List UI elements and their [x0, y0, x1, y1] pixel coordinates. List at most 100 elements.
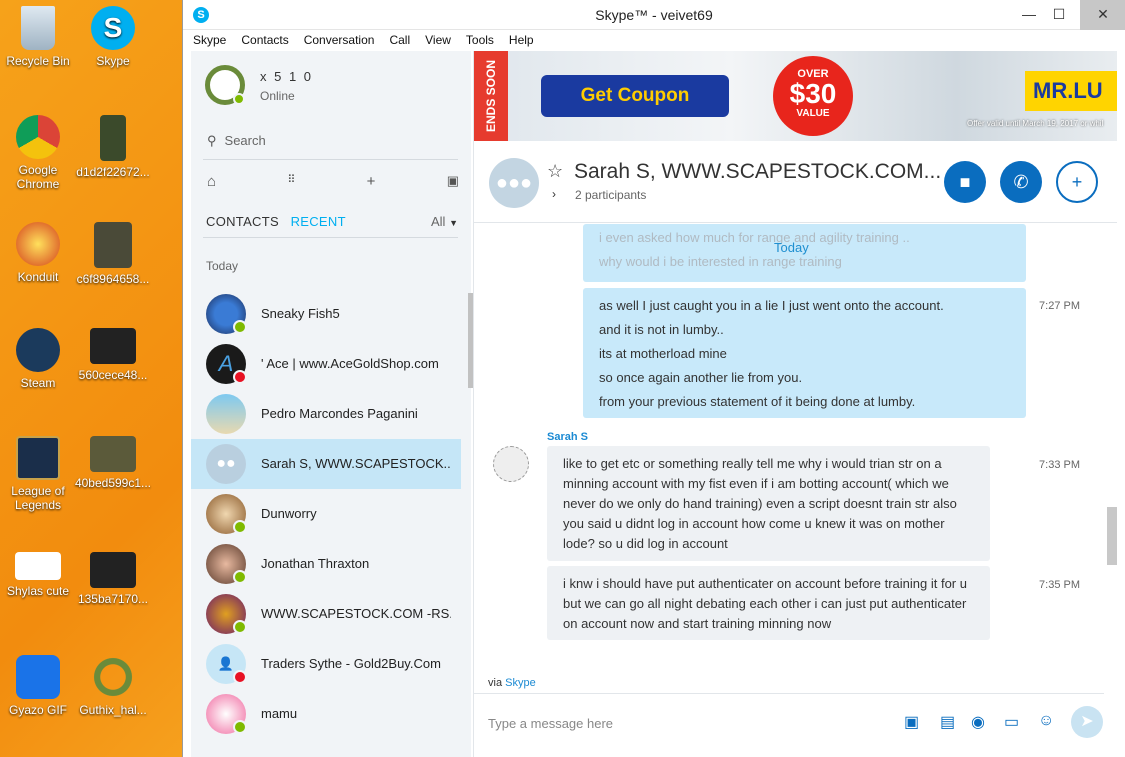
list-item[interactable]: WWW.SCAPESTOCK.COM -RS... — [191, 589, 461, 639]
maximize-button[interactable]: ☐ — [1041, 0, 1077, 30]
message-timestamp: 7:35 PM — [1039, 579, 1080, 591]
presence-online-icon — [233, 520, 247, 534]
message-line: as well I just caught you in a lie I jus… — [599, 298, 944, 313]
menu-view[interactable]: View — [425, 30, 451, 50]
desktop-icon-chrome[interactable]: Google Chrome — [0, 115, 78, 191]
message-bubble-incoming[interactable]: i knw i should have put authenticater on… — [547, 566, 990, 640]
desktop-icon-recycle-bin[interactable]: Recycle Bin — [0, 6, 78, 68]
send-photo-icon[interactable]: ▣ — [904, 712, 919, 732]
message-list: i even asked how much for range and agil… — [474, 224, 1117, 684]
home-icon[interactable]: ⌂ — [207, 173, 216, 190]
video-message-icon[interactable]: ◉ — [971, 712, 985, 732]
desktop-icon-steam[interactable]: Steam — [0, 328, 78, 390]
desktop-icon-skype[interactable]: S Skype — [73, 6, 153, 68]
contact-name: Jonathan Thraxton — [261, 556, 370, 571]
desktop-icon-file[interactable]: 40bed599c1... — [73, 436, 153, 490]
desktop-icon-gyazo[interactable]: Gyazo GIF — [0, 655, 78, 717]
desktop-icon-league[interactable]: League of Legends — [0, 436, 78, 512]
presence-busy-icon — [233, 670, 247, 684]
message-timestamp: 7:27 PM — [1039, 300, 1080, 312]
skype-icon: S — [91, 6, 135, 50]
desktop-icon-file[interactable]: 560cece48... — [73, 328, 153, 382]
sender-name: Sarah S — [547, 431, 588, 443]
get-coupon-button[interactable]: Get Coupon — [541, 75, 729, 117]
participants-count[interactable]: 2 participants — [575, 188, 646, 202]
audio-call-button[interactable]: ✆ — [1000, 161, 1042, 203]
search-input[interactable]: ⚲ Search — [207, 133, 447, 149]
profile[interactable]: x 5 1 0 Online — [205, 65, 465, 115]
add-icon[interactable]: + — [367, 173, 376, 190]
message-scrollbar[interactable] — [1107, 507, 1117, 565]
desktop-icon-label: c6f8964658... — [76, 272, 150, 286]
list-item[interactable]: Pedro Marcondes Paganini — [191, 389, 461, 439]
message-bubble-outgoing[interactable]: as well I just caught you in a lie I jus… — [583, 288, 1026, 418]
ad-ends-soon: ENDS SOON — [474, 51, 508, 141]
menu-skype[interactable]: Skype — [193, 30, 226, 50]
ad-value-text: VALUE — [796, 108, 830, 119]
chevron-right-icon[interactable]: › — [552, 187, 556, 201]
desktop-icon-shylas[interactable]: Shylas cute — [0, 552, 78, 598]
send-contact-icon[interactable]: ▭ — [1004, 712, 1019, 732]
message-text: like to get etc or something really tell… — [563, 456, 957, 551]
list-item[interactable]: ●● Sarah S, WWW.SCAPESTOCK.... — [191, 439, 461, 489]
bot-icon[interactable]: ▣ — [447, 173, 459, 190]
close-button[interactable]: ✕ — [1080, 0, 1125, 30]
advertisement-banner[interactable]: ENDS SOON Get Coupon OVER $30 VALUE MR.L… — [474, 51, 1117, 141]
message-text: i knw i should have put authenticater on… — [563, 576, 967, 631]
via-link[interactable]: Skype — [505, 677, 536, 689]
desktop-icon-label: Gyazo GIF — [8, 703, 67, 717]
conversation-title[interactable]: Sarah S, WWW.SCAPESTOCK.COM... — [574, 160, 941, 184]
message-input[interactable]: Type a message here — [488, 716, 613, 731]
chevron-down-icon: ▼ — [449, 218, 458, 228]
ad-offer-text: Offer valid until March 19, 2017 or whil — [967, 119, 1104, 128]
menu-call[interactable]: Call — [389, 30, 410, 50]
conversation-panel: ENDS SOON Get Coupon OVER $30 VALUE MR.L… — [473, 51, 1125, 757]
online-status-icon — [233, 93, 245, 105]
filter-dropdown[interactable]: All ▼ — [431, 214, 458, 229]
contact-tabs: CONTACTS RECENT All ▼ — [206, 214, 458, 229]
desktop-icon-label: 135ba7170... — [77, 592, 149, 606]
desktop-icon-file[interactable]: c6f8964658... — [73, 222, 153, 286]
presence-online-icon — [233, 620, 247, 634]
send-button[interactable]: ➤ — [1071, 706, 1103, 738]
favorite-star-icon[interactable]: ☆ — [547, 161, 563, 182]
contact-name: Traders Sythe - Gold2Buy.Com — [261, 656, 441, 671]
steam-icon — [16, 328, 60, 372]
send-file-icon[interactable]: ▤ — [940, 712, 955, 732]
menu-contacts[interactable]: Contacts — [241, 30, 288, 50]
message-line: from your previous statement of it being… — [599, 394, 916, 409]
profile-name: x 5 1 0 — [260, 69, 314, 84]
add-person-icon: + — [1071, 172, 1083, 192]
title-bar: S Skype™ - veivet69 — ☐ ✕ — [183, 0, 1125, 30]
list-item[interactable]: mamu — [191, 689, 461, 739]
dialpad-icon[interactable]: ⠿ — [287, 173, 295, 190]
desktop-icon-file[interactable]: 135ba7170... — [73, 552, 153, 606]
list-item[interactable]: Jonathan Thraxton — [191, 539, 461, 589]
desktop-icon-label: d1d2f22672... — [76, 165, 150, 179]
message-composer: Type a message here ▣ ▤ ◉ ▭ ☺ ➤ — [474, 693, 1104, 757]
profile-status[interactable]: Online — [260, 89, 295, 103]
image-file-icon — [91, 655, 135, 699]
desktop-icon-label: 560cece48... — [78, 368, 148, 382]
tab-recent[interactable]: RECENT — [291, 214, 346, 229]
desktop-icon-file[interactable]: Guthix_hal... — [73, 655, 153, 717]
tab-contacts[interactable]: CONTACTS — [206, 214, 279, 229]
desktop-icon-file[interactable]: d1d2f22672... — [73, 115, 153, 179]
avatar — [206, 394, 246, 434]
add-participant-button[interactable]: + — [1056, 161, 1098, 203]
emoticon-icon[interactable]: ☺ — [1038, 712, 1054, 730]
list-item[interactable]: Dunworry — [191, 489, 461, 539]
message-bubble-incoming[interactable]: like to get etc or something really tell… — [547, 446, 990, 561]
menu-help[interactable]: Help — [509, 30, 534, 50]
desktop-icon-konduit[interactable]: Konduit — [0, 222, 78, 284]
via-prefix: via — [488, 677, 503, 689]
video-call-button[interactable]: ■ — [944, 161, 986, 203]
list-item[interactable]: 👤 Traders Sythe - Gold2Buy.Com — [191, 639, 461, 689]
message-timestamp: 7:33 PM — [1039, 459, 1080, 471]
menu-conversation[interactable]: Conversation — [304, 30, 375, 50]
list-item[interactable]: Sneaky Fish5 — [191, 289, 461, 339]
menu-tools[interactable]: Tools — [466, 30, 494, 50]
ad-value-badge: OVER $30 VALUE — [773, 56, 853, 136]
list-item[interactable]: A ' Ace | www.AceGoldShop.com — [191, 339, 461, 389]
konduit-icon — [16, 222, 60, 266]
